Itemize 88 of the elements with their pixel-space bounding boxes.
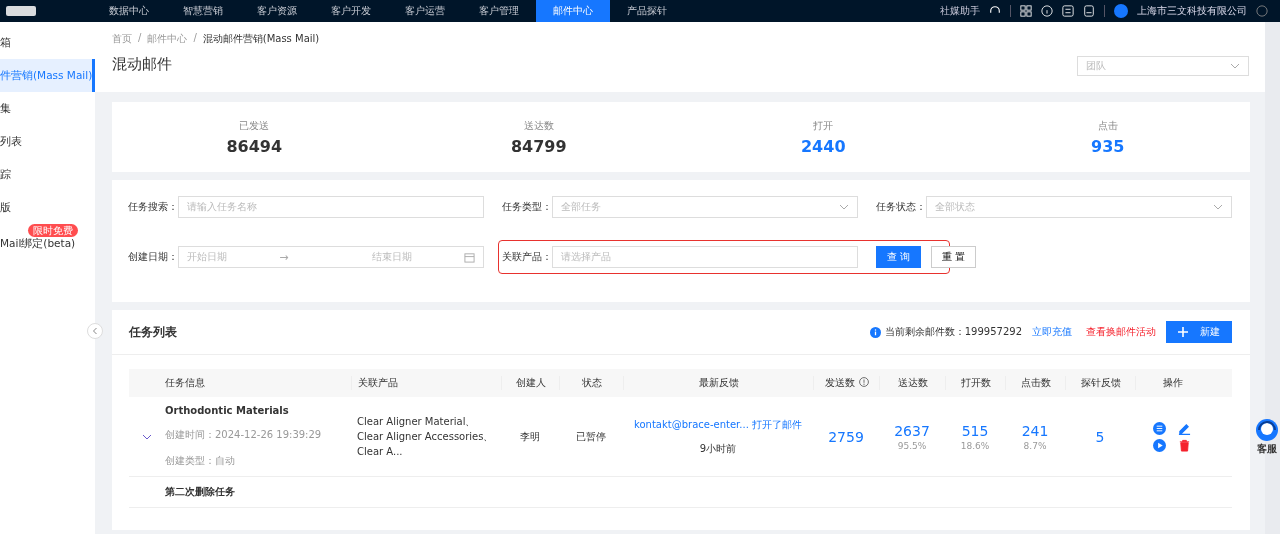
query-button[interactable]: 查 询	[876, 246, 921, 268]
chevron-down-icon	[839, 204, 849, 210]
calendar-icon	[464, 251, 475, 263]
chevron-down-icon	[1230, 63, 1240, 69]
opened-count[interactable]: 515	[961, 422, 989, 439]
avatar[interactable]	[1114, 4, 1128, 18]
stat-label: 已发送	[239, 118, 270, 133]
sent-count[interactable]: 2759	[813, 428, 879, 445]
filter-label: 创建日期：	[128, 250, 178, 264]
stat-label: 打开	[813, 118, 834, 133]
nav-tab[interactable]: 产品探针	[610, 0, 684, 22]
chevron-down-icon	[1213, 204, 1223, 210]
free-badge: 限时免费	[28, 224, 78, 237]
nav-tab[interactable]: 客户管理	[462, 0, 536, 22]
delivered-count[interactable]: 2637	[894, 422, 930, 439]
filter-label: 任务搜索：	[128, 200, 178, 214]
nav-tab[interactable]: 智慧营销	[166, 0, 240, 22]
stat-value[interactable]: 2440	[801, 136, 846, 156]
breadcrumb-item[interactable]: 首页	[112, 32, 132, 46]
product-cell-text: Clear Aligner Material、Clear Aligner Accessories、Clear A...	[356, 415, 495, 459]
stat-value: 86494	[226, 136, 283, 156]
creator-cell-text: 李明	[519, 429, 541, 444]
clicked-count[interactable]: 241	[1021, 422, 1049, 439]
probe-count[interactable]: 5	[1065, 428, 1135, 445]
column-header: 状态	[559, 376, 623, 390]
list-icon[interactable]	[1062, 5, 1074, 17]
filter-label: 关联产品：	[502, 250, 552, 264]
column-header: 探针反馈	[1065, 376, 1135, 390]
stat-label: 送达数	[523, 118, 554, 133]
sidebar-item[interactable]: 件营销(Mass Mail)	[0, 59, 95, 92]
column-header: 点击数	[1005, 376, 1065, 390]
breadcrumb-separator: /	[193, 32, 197, 45]
column-header: 送达数	[879, 376, 945, 390]
new-button[interactable]: 新建	[1166, 321, 1232, 343]
plus-icon	[1178, 327, 1188, 337]
nav-tab[interactable]: 数据中心	[92, 0, 166, 22]
sidebar-item[interactable]: 版	[0, 191, 95, 224]
info-icon	[869, 326, 881, 338]
list-icon[interactable]	[1153, 421, 1166, 435]
sidebar-item[interactable]: 箱	[0, 26, 95, 59]
delivered-rate: 95.5%	[897, 440, 927, 451]
play-icon[interactable]	[1153, 438, 1166, 452]
breadcrumb-item[interactable]: 邮件中心	[147, 32, 188, 46]
task-list-title: 任务列表	[129, 323, 177, 341]
task-name: Orthodontic Materials	[165, 405, 290, 416]
nav-tab[interactable]: 客户资源	[240, 0, 314, 22]
nav-tab[interactable]: 客户开发	[314, 0, 388, 22]
column-header: 操作	[1135, 376, 1209, 390]
recharge-link[interactable]: 立即充值	[1032, 325, 1072, 339]
sidebar-item[interactable]: 列表	[0, 125, 95, 158]
column-header: 任务信息	[165, 376, 206, 390]
task-name: 第二次删除任务	[165, 485, 236, 499]
stat-value: 84799	[510, 136, 567, 156]
delete-icon[interactable]	[1178, 438, 1191, 452]
remaining-label: 当前剩余邮件数：199957292	[884, 325, 1022, 339]
sidebar-item[interactable]: 踪	[0, 158, 95, 191]
page-title: 混动邮件	[112, 54, 172, 74]
filter-label: 任务类型：	[502, 200, 552, 214]
document-icon[interactable]	[1083, 5, 1095, 17]
stat-label: 点击	[1097, 118, 1118, 133]
column-header: 创建人	[501, 376, 559, 390]
assistant-link[interactable]: 社媒助手	[940, 4, 980, 18]
feedback-link[interactable]: kontakt@brace-enter... 打开了邮件	[634, 417, 802, 432]
reset-button[interactable]: 重 置	[931, 246, 976, 268]
column-header: 关联产品	[351, 376, 501, 390]
created-time: 创建时间：2024-12-26 19:39:29	[165, 428, 323, 442]
grid-icon[interactable]	[1020, 5, 1032, 17]
edit-icon[interactable]	[1178, 421, 1191, 435]
stat-value[interactable]: 935	[1091, 136, 1125, 156]
column-header: 最新反馈	[623, 376, 813, 390]
sidebar-item[interactable]: Mail绑定(beta)	[0, 234, 76, 252]
feedback-time: 9小时前	[699, 441, 737, 456]
sidebar-item[interactable]: 集	[0, 92, 95, 125]
nav-tab[interactable]: 客户运营	[388, 0, 462, 22]
company-name[interactable]: 上海市三文科技有限公司	[1137, 4, 1247, 18]
opened-rate: 18.6%	[960, 440, 990, 451]
breadcrumb-item: 混动邮件营销(Mass Mail)	[202, 32, 320, 46]
status-cell-text: 已暂停	[575, 429, 607, 444]
nav-tab[interactable]: 邮件中心	[536, 0, 610, 22]
filter-label: 任务状态：	[876, 200, 926, 214]
column-header: 打开数	[945, 376, 1005, 390]
clicked-rate: 8.7%	[1023, 440, 1047, 451]
breadcrumb-separator: /	[138, 32, 142, 45]
chevron-icon[interactable]	[142, 434, 152, 440]
activity-link[interactable]: 查看换邮件活动	[1086, 325, 1156, 339]
created-type: 创建类型：自动	[165, 454, 236, 468]
column-header: 发送数	[813, 376, 879, 390]
logo-icon	[6, 4, 36, 18]
